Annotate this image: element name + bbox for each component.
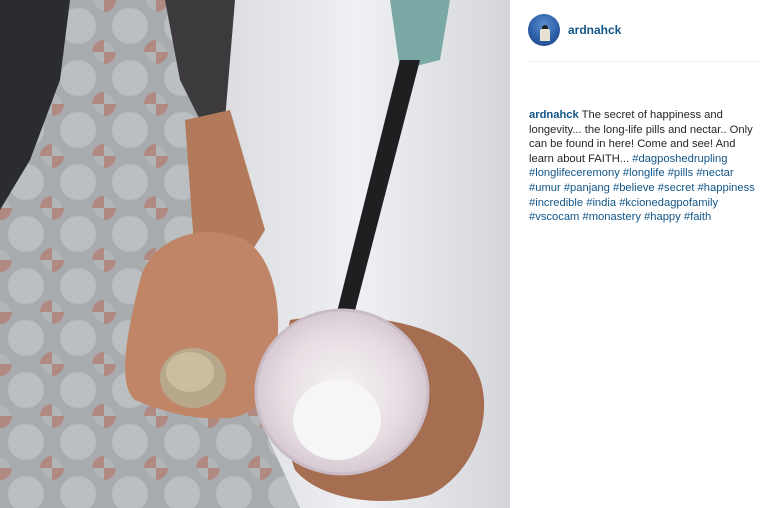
profile-photo-icon[interactable] (528, 14, 560, 46)
hashtag-link[interactable]: #panjang (564, 182, 610, 194)
hashtag-link[interactable]: #secret (658, 182, 695, 194)
hashtag-link[interactable]: #believe (613, 182, 655, 194)
post-caption: ardnahck The secret of happiness and lon… (529, 108, 761, 225)
post-side-panel: ardnahck ardnahck The secret of happines… (510, 0, 775, 508)
hashtag-link[interactable]: #nectar (696, 167, 733, 179)
caption-username-link[interactable]: ardnahck (529, 109, 579, 121)
hashtag-link[interactable]: #longlife (623, 167, 665, 179)
hashtag-link[interactable]: #pills (668, 167, 694, 179)
post-photo[interactable] (0, 0, 510, 508)
header-username-link[interactable]: ardnahck (568, 23, 621, 37)
hashtag-link[interactable]: #umur (529, 182, 561, 194)
post-header: ardnahck (528, 14, 759, 62)
hashtag-link[interactable]: #monastery (582, 211, 640, 223)
avatar-figure-body (540, 29, 550, 41)
hashtag-link[interactable]: #happiness (698, 182, 755, 194)
hashtag-link[interactable]: #faith (684, 211, 711, 223)
hashtag-link[interactable]: #longlifeceremony (529, 167, 620, 179)
hashtag-link[interactable]: #vscocam (529, 211, 579, 223)
hashtag-link[interactable]: #incredible (529, 197, 583, 209)
hashtag-link[interactable]: #kcionedagpofamily (619, 197, 718, 209)
hashtag-link[interactable]: #happy (644, 211, 681, 223)
photo-illustration (0, 0, 510, 508)
hashtag-link[interactable]: #dagposhedrupling (632, 153, 727, 165)
hashtag-link[interactable]: #india (586, 197, 616, 209)
